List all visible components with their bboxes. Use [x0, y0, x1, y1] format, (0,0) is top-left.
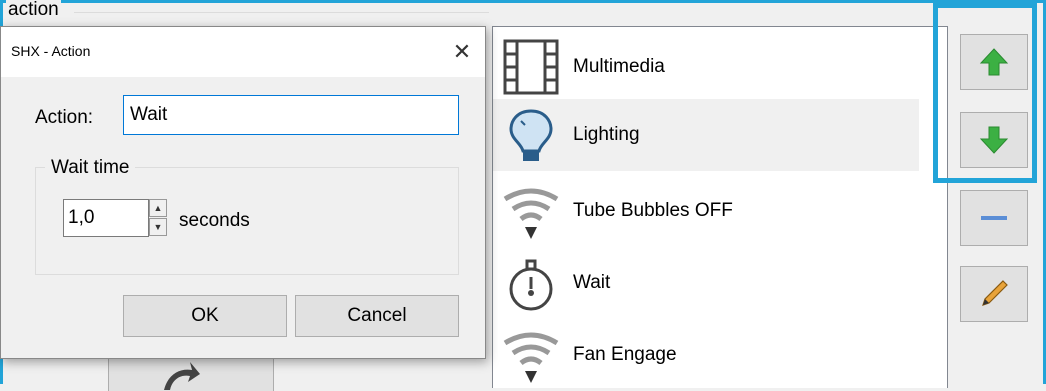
wifi-icon	[503, 332, 559, 383]
list-item-label: Wait	[573, 272, 611, 293]
minus-icon	[981, 216, 1007, 220]
seconds-label: seconds	[179, 210, 250, 231]
list-item-label: Multimedia	[573, 56, 665, 77]
list-item-label: Lighting	[573, 124, 640, 145]
wifi-icon	[503, 188, 559, 239]
list-item-tube-bubbles-off[interactable]: Tube Bubbles OFF	[493, 175, 919, 247]
list-item-label: Fan Engage	[573, 344, 677, 365]
cancel-button[interactable]: Cancel	[295, 295, 459, 337]
list-item-multimedia[interactable]: Multimedia	[493, 31, 919, 103]
edit-button[interactable]	[960, 266, 1028, 322]
wait-time-legend: Wait time	[45, 157, 136, 179]
spin-up-button[interactable]: ▲	[149, 199, 167, 217]
dialog-title: SHX - Action	[11, 43, 91, 59]
pencil-icon	[982, 280, 1008, 306]
action-field-label: Action:	[35, 107, 94, 128]
group-divider	[74, 12, 489, 13]
highlight-frame	[933, 3, 1037, 183]
lightbulb-icon	[509, 109, 553, 161]
action-list[interactable]: Multimedia Lighting Tube Bubbles OFF Wai…	[492, 26, 948, 388]
list-item-label: Tube Bubbles OFF	[573, 200, 733, 221]
film-icon	[503, 39, 559, 95]
ok-button[interactable]: OK	[123, 295, 287, 337]
wait-time-input[interactable]	[63, 199, 149, 237]
redo-arrow-icon	[164, 362, 200, 390]
stopwatch-icon	[509, 259, 553, 311]
list-item-lighting[interactable]: Lighting	[493, 99, 919, 171]
list-item-wait[interactable]: Wait	[493, 247, 919, 319]
remove-button[interactable]	[960, 190, 1028, 246]
action-input[interactable]	[123, 95, 459, 135]
close-icon[interactable]: ✕	[445, 35, 479, 69]
action-dialog: SHX - Action ✕ Action: Wait time ▲ ▼ sec…	[0, 26, 486, 359]
spin-down-button[interactable]: ▼	[149, 218, 167, 236]
action-group-label: action	[6, 0, 61, 20]
list-item-fan-engage[interactable]: Fan Engage	[493, 319, 919, 388]
